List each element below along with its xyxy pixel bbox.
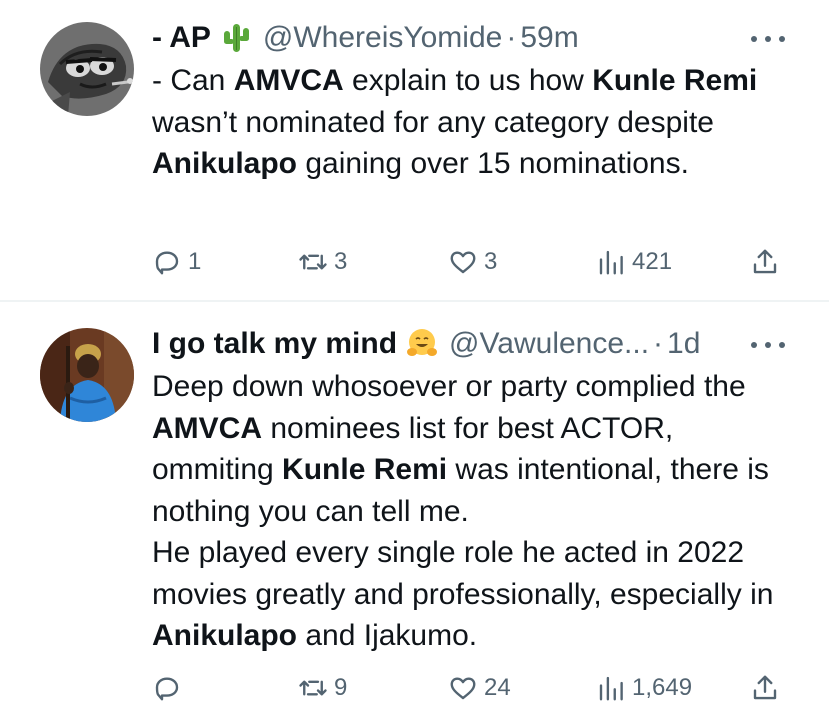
more-options-icon[interactable]: [751, 34, 785, 44]
heart-icon: [450, 677, 476, 700]
tweet-text: - Can AMVCA explain to us how Kunle Remi…: [152, 60, 802, 185]
text-segment: Deep down whosoever or party complied th…: [152, 370, 746, 403]
share-icon: [753, 675, 777, 700]
text-segment: explain to us how: [343, 64, 593, 97]
display-name[interactable]: - AP: [152, 21, 211, 55]
text-segment-bold: Anikulapo: [152, 619, 298, 652]
like-count: 24: [484, 674, 511, 701]
user-handle[interactable]: @Vawulence...: [449, 327, 649, 361]
reply-count: 1: [188, 248, 202, 275]
text-segment-bold: AMVCA: [152, 411, 262, 445]
tweet-header: I go talk my mind @Vawulence... · 1d: [152, 324, 700, 364]
tweet[interactable]: - AP @WhereisYomide · 59m - Can AMVCA ex…: [0, 0, 829, 300]
cactus-icon: [219, 21, 253, 55]
share-button[interactable]: [750, 242, 780, 282]
separator-dot: ·: [506, 21, 517, 54]
like-button[interactable]: 3: [448, 242, 497, 282]
retweet-button[interactable]: 3: [298, 242, 347, 282]
share-icon: [753, 249, 777, 274]
reply-icon: [155, 677, 179, 701]
separator-dot: ·: [653, 327, 664, 360]
tweet-paragraph: He played every single role he acted in …: [152, 532, 802, 657]
more-options-icon[interactable]: [751, 340, 785, 350]
text-segment: - Can: [152, 64, 234, 97]
text-segment: and Ijakumo.: [297, 619, 478, 652]
tweet-timestamp[interactable]: 1d: [667, 327, 700, 361]
views-button[interactable]: 1,649: [596, 668, 692, 708]
user-avatar[interactable]: [40, 22, 134, 116]
views-button[interactable]: 421: [596, 242, 672, 282]
cartoon-fish-avatar-icon: [40, 22, 134, 116]
reply-button[interactable]: [152, 668, 188, 708]
text-segment-bold: AMVCA: [233, 64, 344, 97]
retweet-count: 9: [334, 674, 348, 701]
text-segment: wasn’t nominated for any category despit…: [152, 105, 714, 139]
retweet-icon: [299, 680, 327, 696]
user-handle[interactable]: @WhereisYomide: [263, 21, 502, 55]
views-chart-icon: [599, 676, 623, 701]
display-name[interactable]: I go talk my mind: [152, 327, 397, 361]
like-button[interactable]: 24: [448, 668, 511, 708]
views-count: 1,649: [632, 674, 693, 701]
retweet-icon: [299, 254, 327, 270]
hugging-face-icon: [405, 327, 439, 361]
heart-icon: [450, 251, 476, 274]
tweet-actions: 9 24 1,649: [152, 668, 787, 708]
text-segment: gaining over 15 nominations.: [297, 147, 689, 180]
tweet-paragraph: - Can AMVCA explain to us how Kunle Remi…: [152, 60, 802, 185]
tweet-header: - AP @WhereisYomide · 59m: [152, 18, 579, 58]
tweet-paragraph: Deep down whosoever or party complied th…: [152, 366, 802, 532]
text-segment-bold: Anikulapo: [152, 147, 298, 180]
tweet[interactable]: I go talk my mind @Vawulence... · 1d Dee…: [0, 302, 829, 725]
like-count: 3: [484, 248, 498, 275]
text-segment-bold: Kunle Remi: [592, 64, 758, 97]
views-chart-icon: [599, 250, 623, 275]
text-segment: He played every single role he acted in …: [152, 536, 774, 611]
retweet-button[interactable]: 9: [298, 668, 347, 708]
text-segment-bold: Kunle Remi: [282, 453, 448, 486]
views-count: 421: [632, 248, 673, 275]
tweet-actions: 1 3 3 421: [152, 242, 787, 282]
retweet-count: 3: [334, 248, 348, 275]
reply-button[interactable]: 1: [152, 242, 201, 282]
tweet-timestamp[interactable]: 59m: [520, 21, 578, 55]
reply-icon: [155, 251, 179, 275]
person-photo-avatar-icon: [40, 328, 134, 422]
user-avatar[interactable]: [40, 328, 134, 422]
tweet-text: Deep down whosoever or party complied th…: [152, 366, 802, 657]
share-button[interactable]: [750, 668, 780, 708]
